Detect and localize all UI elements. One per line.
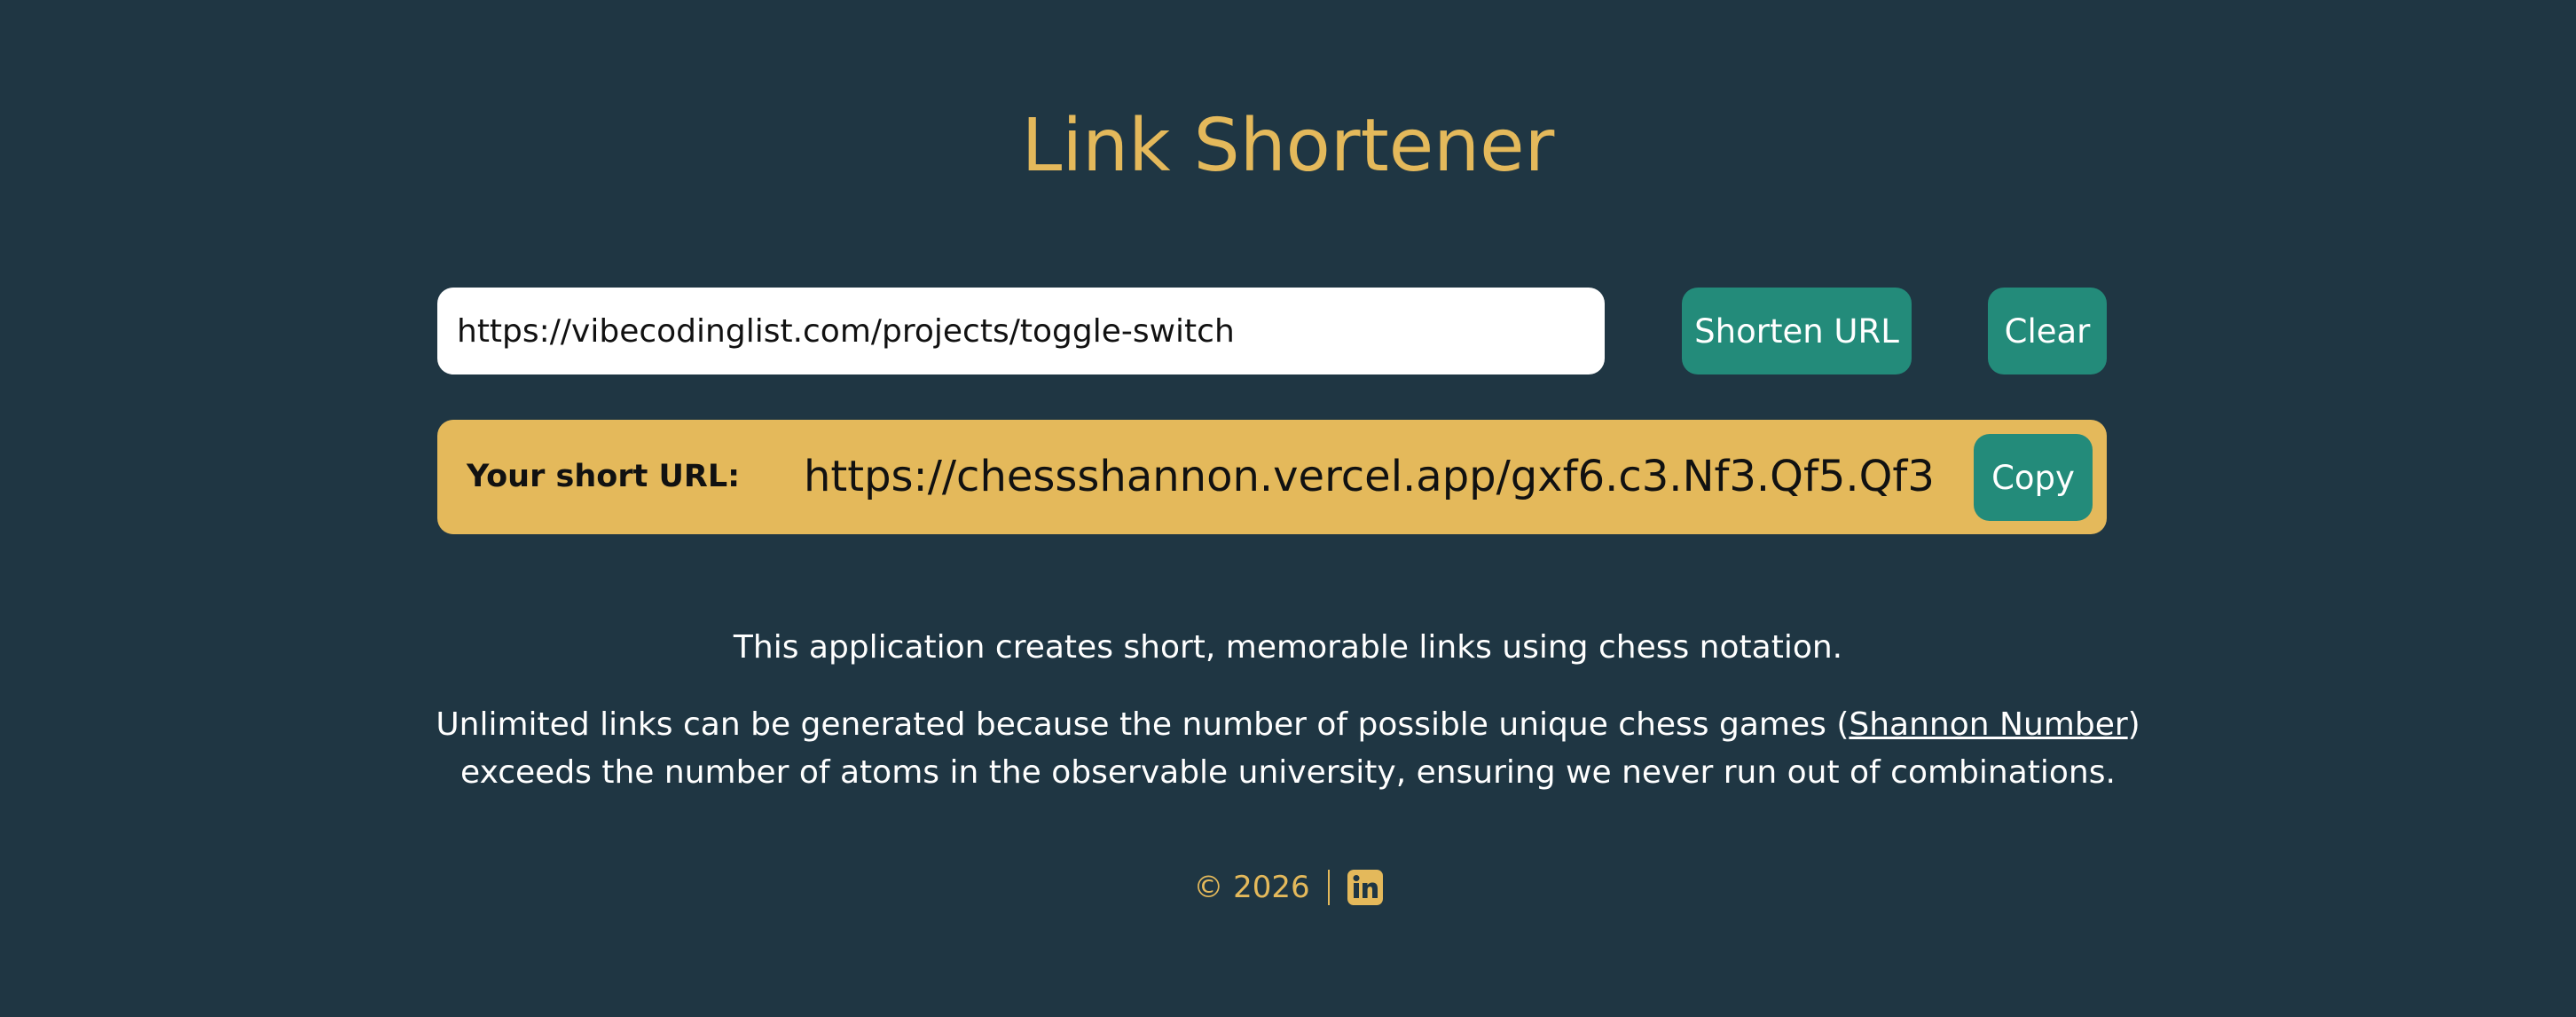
shannon-number-link[interactable]: Shannon Number (1849, 706, 2127, 743)
linkedin-icon[interactable] (1347, 870, 1383, 905)
url-input[interactable] (437, 288, 1605, 374)
footer-divider (1327, 870, 1330, 905)
description-text: exceeds the number of atoms in the obser… (460, 754, 2116, 791)
clear-button[interactable]: Clear (1988, 288, 2107, 374)
page-title: Link Shortener (1021, 104, 1555, 188)
description-text: Unlimited links can be generated because… (436, 706, 1850, 743)
short-url-result: Your short URL: https://chessshannon.ver… (437, 420, 2107, 534)
copyright-text: © 2026 (1193, 870, 1310, 905)
description-line-1: This application creates short, memorabl… (733, 629, 1843, 666)
short-url-value[interactable]: https://chessshannon.vercel.app/gxf6.c3.… (804, 420, 1935, 534)
description-paragraph-2: Unlimited links can be generated because… (0, 701, 2576, 797)
copy-button[interactable]: Copy (1974, 434, 2093, 521)
short-url-label: Your short URL: (467, 459, 741, 494)
description-text: ) (2127, 706, 2140, 743)
shorten-url-button[interactable]: Shorten URL (1682, 288, 1912, 374)
footer: © 2026 (0, 863, 2576, 912)
